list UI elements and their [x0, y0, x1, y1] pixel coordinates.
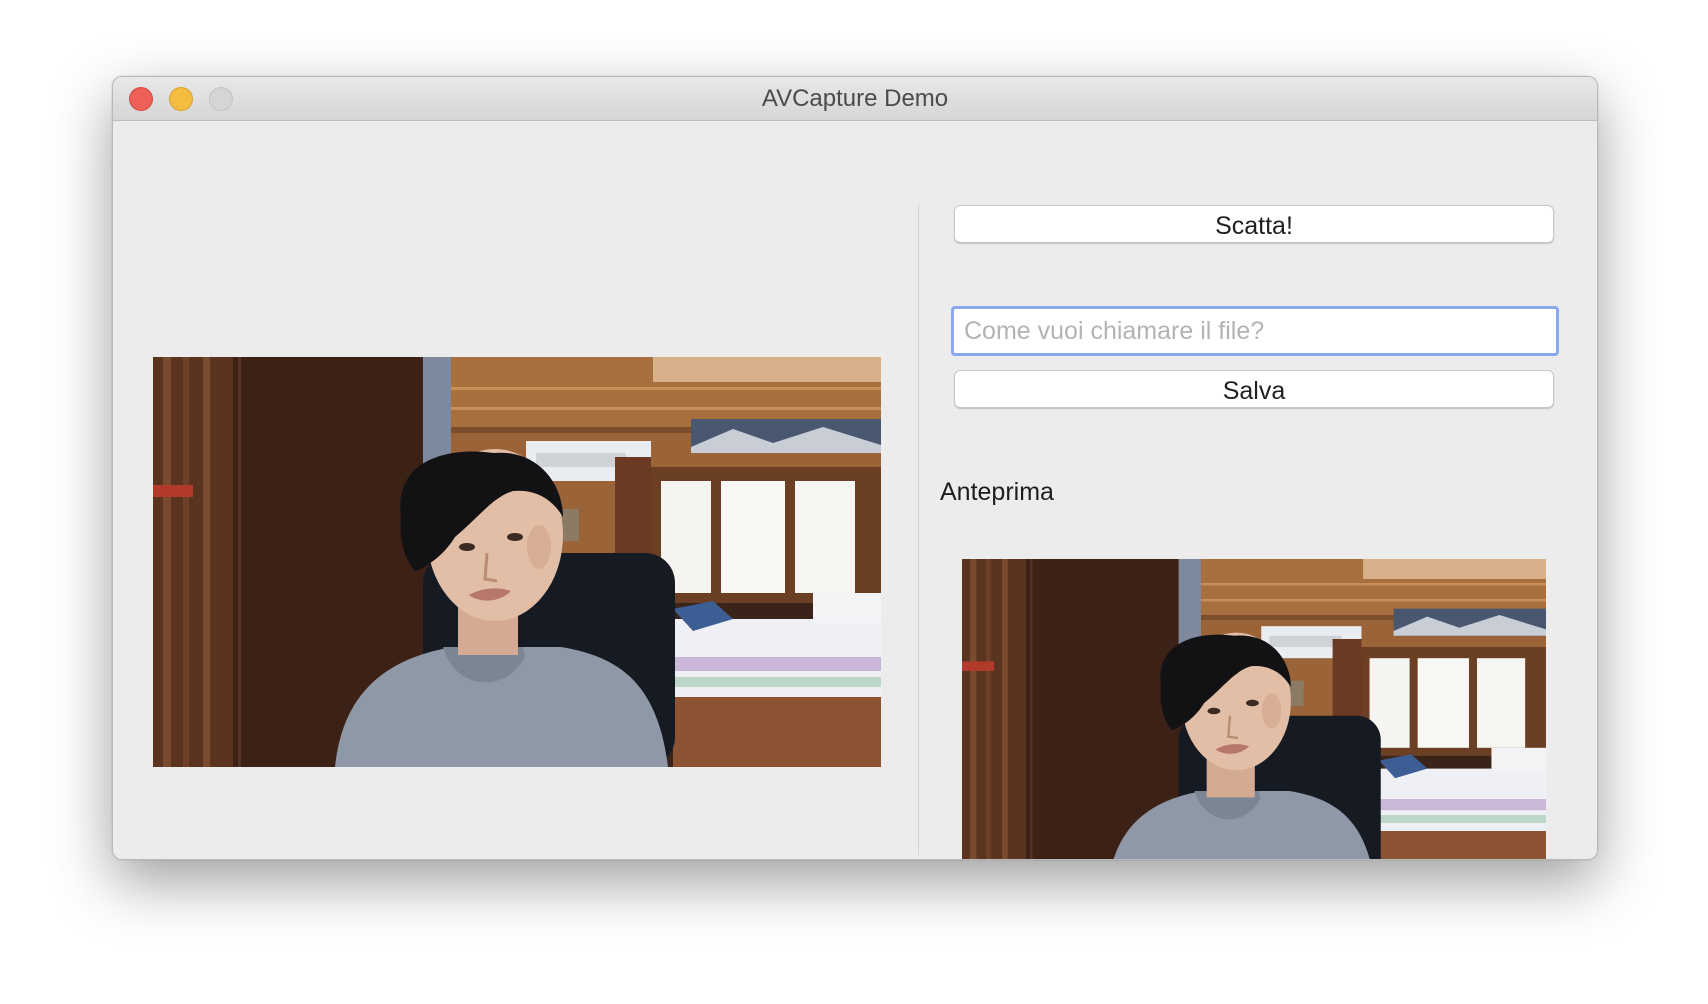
camera-live-view-image: [153, 357, 881, 767]
camera-live-view: [153, 357, 881, 767]
captured-photo-preview: [962, 559, 1546, 860]
app-window: AVCapture Demo Scatta! Salva Anteprima: [112, 76, 1598, 860]
vertical-divider: [918, 205, 919, 855]
preview-label: Anteprima: [940, 478, 1054, 506]
title-bar: AVCapture Demo: [113, 77, 1597, 121]
filename-input[interactable]: [951, 306, 1559, 356]
window-title: AVCapture Demo: [761, 85, 949, 112]
captured-photo-image: [962, 559, 1546, 860]
save-button[interactable]: Salva: [954, 370, 1554, 408]
window-content: Scatta! Salva Anteprima: [113, 121, 1597, 859]
shoot-button[interactable]: Scatta!: [954, 205, 1554, 243]
